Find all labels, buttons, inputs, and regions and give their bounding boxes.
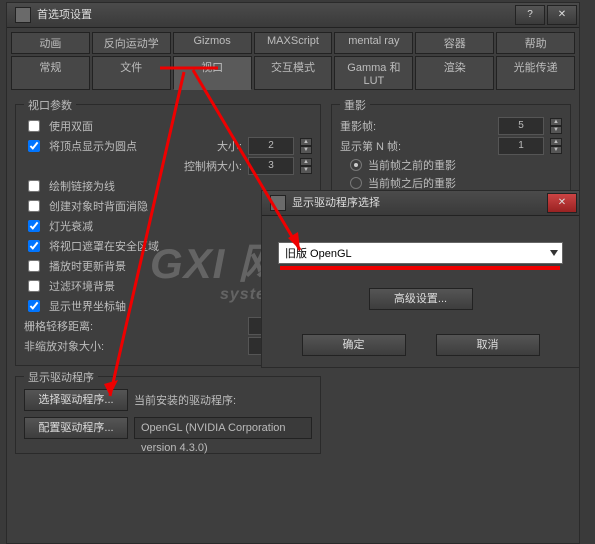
ghost-frames-value[interactable]: 5 (498, 117, 544, 135)
driver-combo[interactable]: 旧版 OpenGL (278, 242, 563, 264)
ghost-nth-spinner[interactable]: ▲▼ (550, 138, 562, 154)
dialog-close-button[interactable]: ✕ (547, 193, 577, 213)
tab-viewport[interactable]: 视口 (173, 56, 252, 90)
dialog-buttons: 确定 取消 (278, 334, 563, 356)
group-legend: 视口参数 (24, 97, 76, 113)
size-spinner[interactable]: ▲▼ (300, 138, 312, 154)
title-bar: 首选项设置 ? ✕ (7, 3, 579, 28)
config-driver-button[interactable]: 配置驱动程序... (24, 417, 128, 439)
advanced-button[interactable]: 高级设置... (369, 288, 473, 310)
tab-interact[interactable]: 交互模式 (254, 56, 333, 90)
advanced-row: 高级设置... (278, 288, 563, 310)
handle-spinner[interactable]: ▲▼ (300, 158, 312, 174)
handle-value[interactable]: 3 (248, 157, 294, 175)
tab-row-2: 常规 文件 视口 交互模式 Gamma 和 LUT 渲染 光能传递 (11, 56, 575, 90)
size-label: 大小: (217, 138, 242, 154)
radio-after[interactable]: 当前帧之后的重影 (350, 175, 562, 191)
chk-filter-bg-box[interactable] (28, 280, 40, 292)
ghost-frames-label: 重影帧: (340, 118, 376, 134)
ghost-nth-row: 显示第 N 帧: 1 ▲▼ (340, 137, 562, 155)
tab-render[interactable]: 渲染 (415, 56, 494, 90)
tab-gizmos[interactable]: Gizmos (173, 32, 252, 54)
nonscale-label: 非缩放对象大小: (24, 338, 104, 354)
grid-dist-label: 栅格轻移距离: (24, 318, 93, 334)
tab-gamma[interactable]: Gamma 和 LUT (334, 56, 413, 90)
group-legend: 显示驱动程序 (24, 369, 98, 385)
window-title: 首选项设置 (37, 3, 92, 27)
window-sys-buttons: ? ✕ (511, 3, 579, 27)
chk-mask-safe-box[interactable] (28, 240, 40, 252)
ghost-frames-spinner[interactable]: ▲▼ (550, 118, 562, 134)
dialog-title: 显示驱动程序选择 (292, 191, 380, 215)
tab-strip: 动画 反向运动学 Gizmos MAXScript mental ray 容器 … (7, 28, 579, 96)
driver-row-1: 选择驱动程序... 当前安装的驱动程序: (24, 389, 312, 411)
tab-maxscript[interactable]: MAXScript (254, 32, 333, 54)
close-button[interactable]: ✕ (547, 5, 577, 25)
dialog-sys: ✕ (543, 191, 579, 215)
ghost-frames-row: 重影帧: 5 ▲▼ (340, 117, 562, 135)
tab-row-1: 动画 反向运动学 Gizmos MAXScript mental ray 容器 … (11, 32, 575, 54)
tab-container[interactable]: 容器 (415, 32, 494, 54)
driver-row-2: 配置驱动程序... OpenGL (NVIDIA Corporation ver… (24, 417, 312, 439)
driver-select-dialog: 显示驱动程序选择 ✕ 旧版 OpenGL 高级设置... 确定 取消 (261, 190, 580, 368)
tab-general[interactable]: 常规 (11, 56, 90, 90)
chk-vertex-dot-box[interactable] (28, 140, 40, 152)
dialog-title-bar: 显示驱动程序选择 ✕ (262, 191, 579, 216)
dialog-icon (270, 195, 286, 211)
chk-use-dual[interactable]: 使用双面 (24, 117, 312, 135)
ok-button[interactable]: 确定 (302, 334, 406, 356)
select-driver-button[interactable]: 选择驱动程序... (24, 389, 128, 411)
ghost-nth-value[interactable]: 1 (498, 137, 544, 155)
chk-vertex-dot[interactable]: 将顶点显示为圆点 大小: 2 ▲▼ (24, 137, 312, 155)
radio-dot-icon (350, 177, 362, 189)
ghost-nth-label: 显示第 N 帧: (340, 138, 401, 154)
chk-backface-box[interactable] (28, 200, 40, 212)
chk-light-atten-box[interactable] (28, 220, 40, 232)
tab-file[interactable]: 文件 (92, 56, 171, 90)
tab-ik[interactable]: 反向运动学 (92, 32, 171, 54)
tab-radiosity[interactable]: 光能传递 (496, 56, 575, 90)
group-legend: 重影 (340, 97, 370, 113)
chk-draw-link-box[interactable] (28, 180, 40, 192)
current-driver-label: 当前安装的驱动程序: (134, 392, 236, 408)
chk-world-axis-box[interactable] (28, 300, 40, 312)
app-icon (15, 7, 31, 23)
handle-label: 控制柄大小: (184, 158, 242, 174)
radio-dot-icon (350, 159, 362, 171)
chk-use-dual-box[interactable] (28, 120, 40, 132)
help-button[interactable]: ? (515, 5, 545, 25)
tab-help[interactable]: 帮助 (496, 32, 575, 54)
size-value[interactable]: 2 (248, 137, 294, 155)
radio-before[interactable]: 当前帧之前的重影 (350, 157, 562, 173)
chk-play-bg-box[interactable] (28, 260, 40, 272)
group-display-driver: 显示驱动程序 选择驱动程序... 当前安装的驱动程序: 配置驱动程序... Op… (15, 376, 321, 454)
chevron-down-icon (550, 250, 558, 256)
dialog-body: 旧版 OpenGL 高级设置... 确定 取消 (262, 216, 579, 366)
tab-mentalray[interactable]: mental ray (334, 32, 413, 54)
driver-combo-value: 旧版 OpenGL (285, 245, 352, 261)
cancel-button[interactable]: 取消 (436, 334, 540, 356)
current-driver-value: OpenGL (NVIDIA Corporation version 4.3.0… (134, 417, 312, 439)
handle-row: 控制柄大小: 3 ▲▼ (24, 157, 312, 175)
tab-anim[interactable]: 动画 (11, 32, 90, 54)
